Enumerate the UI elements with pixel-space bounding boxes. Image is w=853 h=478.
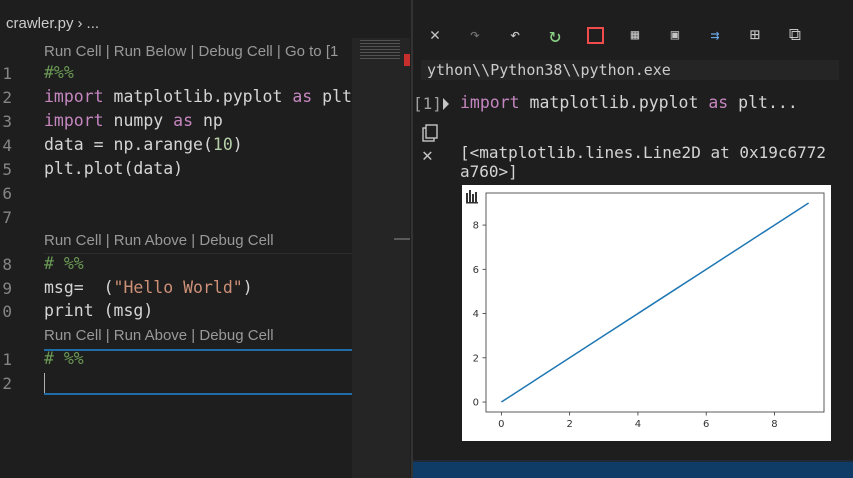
x-tick-label: 2 (566, 419, 572, 430)
cell-separator (44, 253, 354, 254)
undo-icon[interactable]: ↶ (502, 22, 528, 48)
x-tick-label: 8 (771, 419, 777, 430)
code-text: matplotlib.pyplot (103, 87, 293, 106)
code-text: numpy (103, 111, 174, 130)
string-literal: "Hello World" (113, 278, 243, 297)
plot-output: 0 2 4 6 8 0 2 4 6 8 (462, 185, 831, 441)
keyword: import (44, 111, 104, 130)
export-icon[interactable]: ⇉ (702, 22, 728, 48)
code-line[interactable]: plt.plot(data) (44, 159, 183, 178)
code-line[interactable]: print (msg) (44, 301, 153, 320)
scrollbar-marker[interactable] (394, 238, 410, 240)
x-tick-label: 6 (703, 419, 709, 430)
code-editor[interactable]: crawler.py ›... Run Cell | Run Below | De… (0, 0, 412, 478)
minimap-content (360, 40, 400, 60)
chevron-right-icon: › (77, 15, 83, 32)
line-number: 6 (2, 184, 12, 203)
active-cell-bottom-border (44, 393, 354, 395)
line-number: 7 (2, 208, 12, 227)
save-icon[interactable]: ▣ (662, 22, 688, 48)
y-tick-label: 6 (473, 265, 479, 276)
interactive-window[interactable]: ✕ ↷ ↶ ↻ ▦ ▣ ⇉ ⊞ ⧉ ython\\Python38\\pytho… (413, 0, 853, 478)
breadcrumb[interactable]: crawler.py ›... (6, 15, 99, 32)
line-number: 1 (2, 350, 12, 369)
code-text: msg= ( (44, 278, 114, 297)
collapse-all-icon[interactable]: ⧉ (782, 22, 808, 48)
collapse-cell-icon[interactable] (443, 98, 449, 110)
keyword: as (292, 87, 313, 106)
number-literal: 10 (212, 135, 233, 154)
stop-icon[interactable] (582, 22, 608, 48)
minimap[interactable] (352, 38, 410, 478)
y-tick-label: 8 (473, 221, 479, 232)
cell-marker: # %% (44, 254, 84, 273)
codelens-cell-3[interactable]: Run Cell | Run Above | Debug Cell (44, 327, 274, 344)
breadcrumb-symbol[interactable]: ... (87, 15, 100, 32)
codelens-cell-2[interactable]: Run Cell | Run Above | Debug Cell (44, 232, 274, 249)
code-text: plt.plot(data) (44, 159, 184, 178)
cell-input-summary[interactable]: import matplotlib.pyplot as plt... (460, 93, 798, 112)
series-line (500, 202, 810, 403)
code-text: plt (312, 87, 352, 106)
code-line[interactable]: # %% (44, 349, 84, 368)
y-tick-label: 4 (473, 309, 479, 320)
code-text: plt... (728, 93, 798, 112)
interactive-toolbar: ✕ ↷ ↶ ↻ ▦ ▣ ⇉ ⊞ ⧉ (413, 22, 853, 50)
execution-count: [1] (413, 94, 442, 113)
code-line[interactable]: #%% (44, 63, 74, 82)
line-number: 1 (2, 64, 12, 83)
line-number: 0 (2, 302, 12, 321)
expand-all-icon[interactable]: ⊞ (742, 22, 768, 48)
code-text: np (193, 111, 223, 130)
restart-icon[interactable]: ↻ (542, 22, 568, 48)
x-tick-label: 4 (635, 419, 641, 430)
code-line[interactable]: msg= ("Hello World") (44, 278, 253, 297)
keyword: as (173, 111, 194, 130)
text-cursor (44, 373, 45, 393)
variables-icon[interactable]: ▦ (622, 22, 648, 48)
code-text: ) (242, 278, 253, 297)
cell-marker: # %% (44, 349, 84, 368)
keyword: import (460, 93, 520, 112)
plot-menu-icon[interactable] (466, 190, 478, 204)
close-icon[interactable]: ✕ (422, 22, 448, 48)
y-tick-label: 2 (473, 353, 479, 364)
keyword: import (44, 87, 104, 106)
cell-output-text: [<matplotlib.lines.Line2D at 0x19c6772 a… (460, 143, 827, 181)
redo-icon[interactable]: ↷ (462, 22, 488, 48)
minimap-error-marker (404, 54, 410, 66)
keyword: as (708, 93, 729, 112)
code-line[interactable]: # %% (44, 254, 84, 273)
code-text: ) (232, 135, 243, 154)
line-number: 9 (2, 279, 12, 298)
code-line[interactable]: data = np.arange(10) (44, 135, 243, 154)
clear-output-icon[interactable]: ✕ (422, 145, 433, 166)
code-line[interactable]: import numpy as np (44, 111, 223, 130)
line-number: 2 (2, 88, 12, 107)
line-number: 2 (2, 374, 12, 393)
line-number: 5 (2, 160, 12, 179)
status-bar (413, 460, 853, 478)
code-text: print (msg) (44, 301, 154, 320)
code-line[interactable]: import matplotlib.pyplot as plt (44, 87, 352, 106)
breadcrumb-file[interactable]: crawler.py (6, 15, 74, 32)
line-number: 3 (2, 112, 12, 131)
codelens-cell-1[interactable]: Run Cell | Run Below | Debug Cell | Go t… (44, 43, 338, 60)
active-cell-top-border (44, 349, 354, 351)
copy-to-editor-icon[interactable] (420, 124, 440, 144)
code-text: matplotlib.pyplot (519, 93, 709, 112)
kernel-path: ython\\Python38\\python.exe (421, 60, 839, 80)
code-text: data = np.arange( (44, 135, 213, 154)
x-tick-label: 0 (498, 419, 504, 430)
y-tick-label: 0 (473, 398, 479, 409)
line-number: 8 (2, 255, 12, 274)
line-number: 4 (2, 136, 12, 155)
line-chart: 0 2 4 6 8 0 2 4 6 8 (466, 190, 825, 430)
cell-marker: #%% (44, 63, 74, 82)
